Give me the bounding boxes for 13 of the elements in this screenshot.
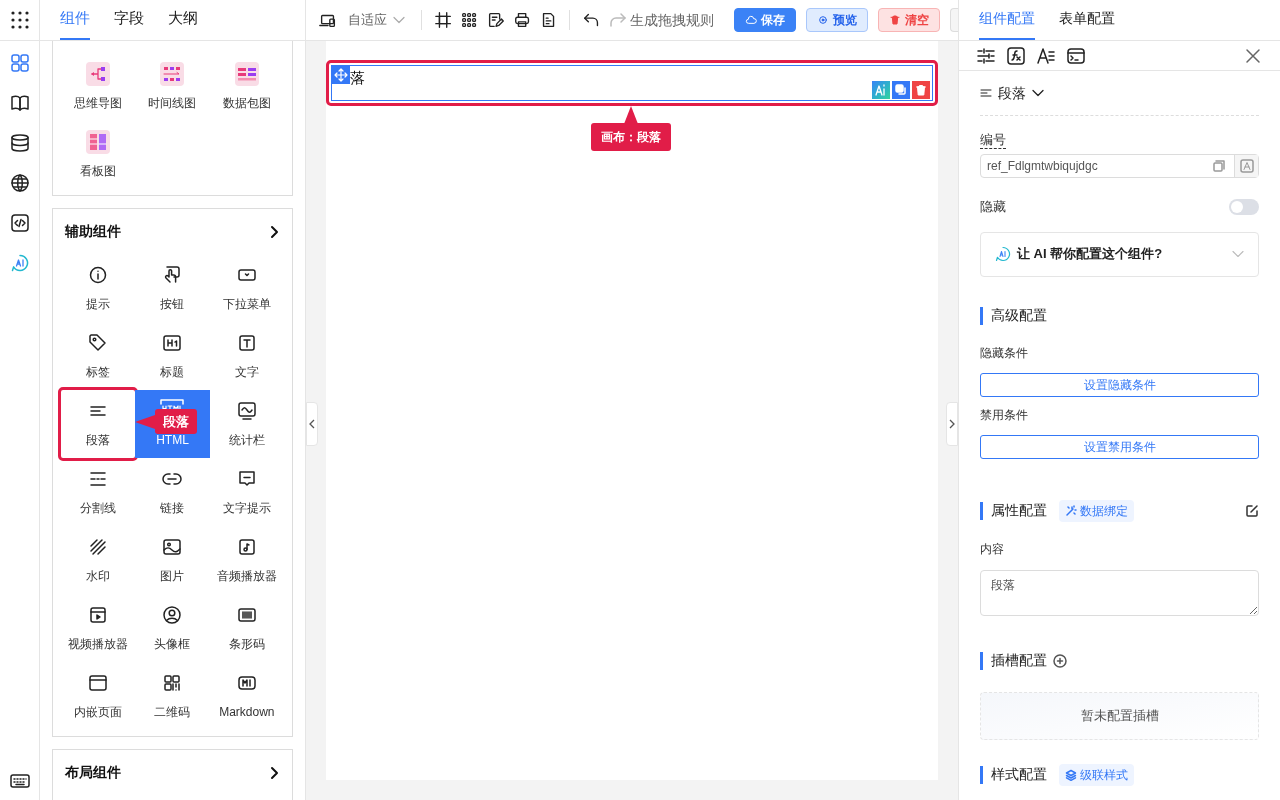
group-title: 辅助组件 — [65, 222, 121, 241]
field-label: 禁用条件 — [980, 406, 1029, 424]
field-label: 隐藏条件 — [980, 344, 1029, 362]
section-title: 插槽配置 — [991, 651, 1047, 670]
paragraph-text: 落 — [350, 68, 365, 88]
field-label: 编号 — [980, 132, 1006, 149]
field-label: 隐藏 — [980, 198, 1006, 216]
section-title: 属性配置 — [991, 501, 1047, 520]
empty-slots-message: 暂未配置插槽 — [980, 691, 1259, 740]
group-title: 布局组件 — [65, 763, 121, 782]
field-label: 内容 — [980, 540, 1005, 558]
section-title: 高级配置 — [991, 306, 1047, 325]
section-title: 样式配置 — [991, 765, 1047, 784]
